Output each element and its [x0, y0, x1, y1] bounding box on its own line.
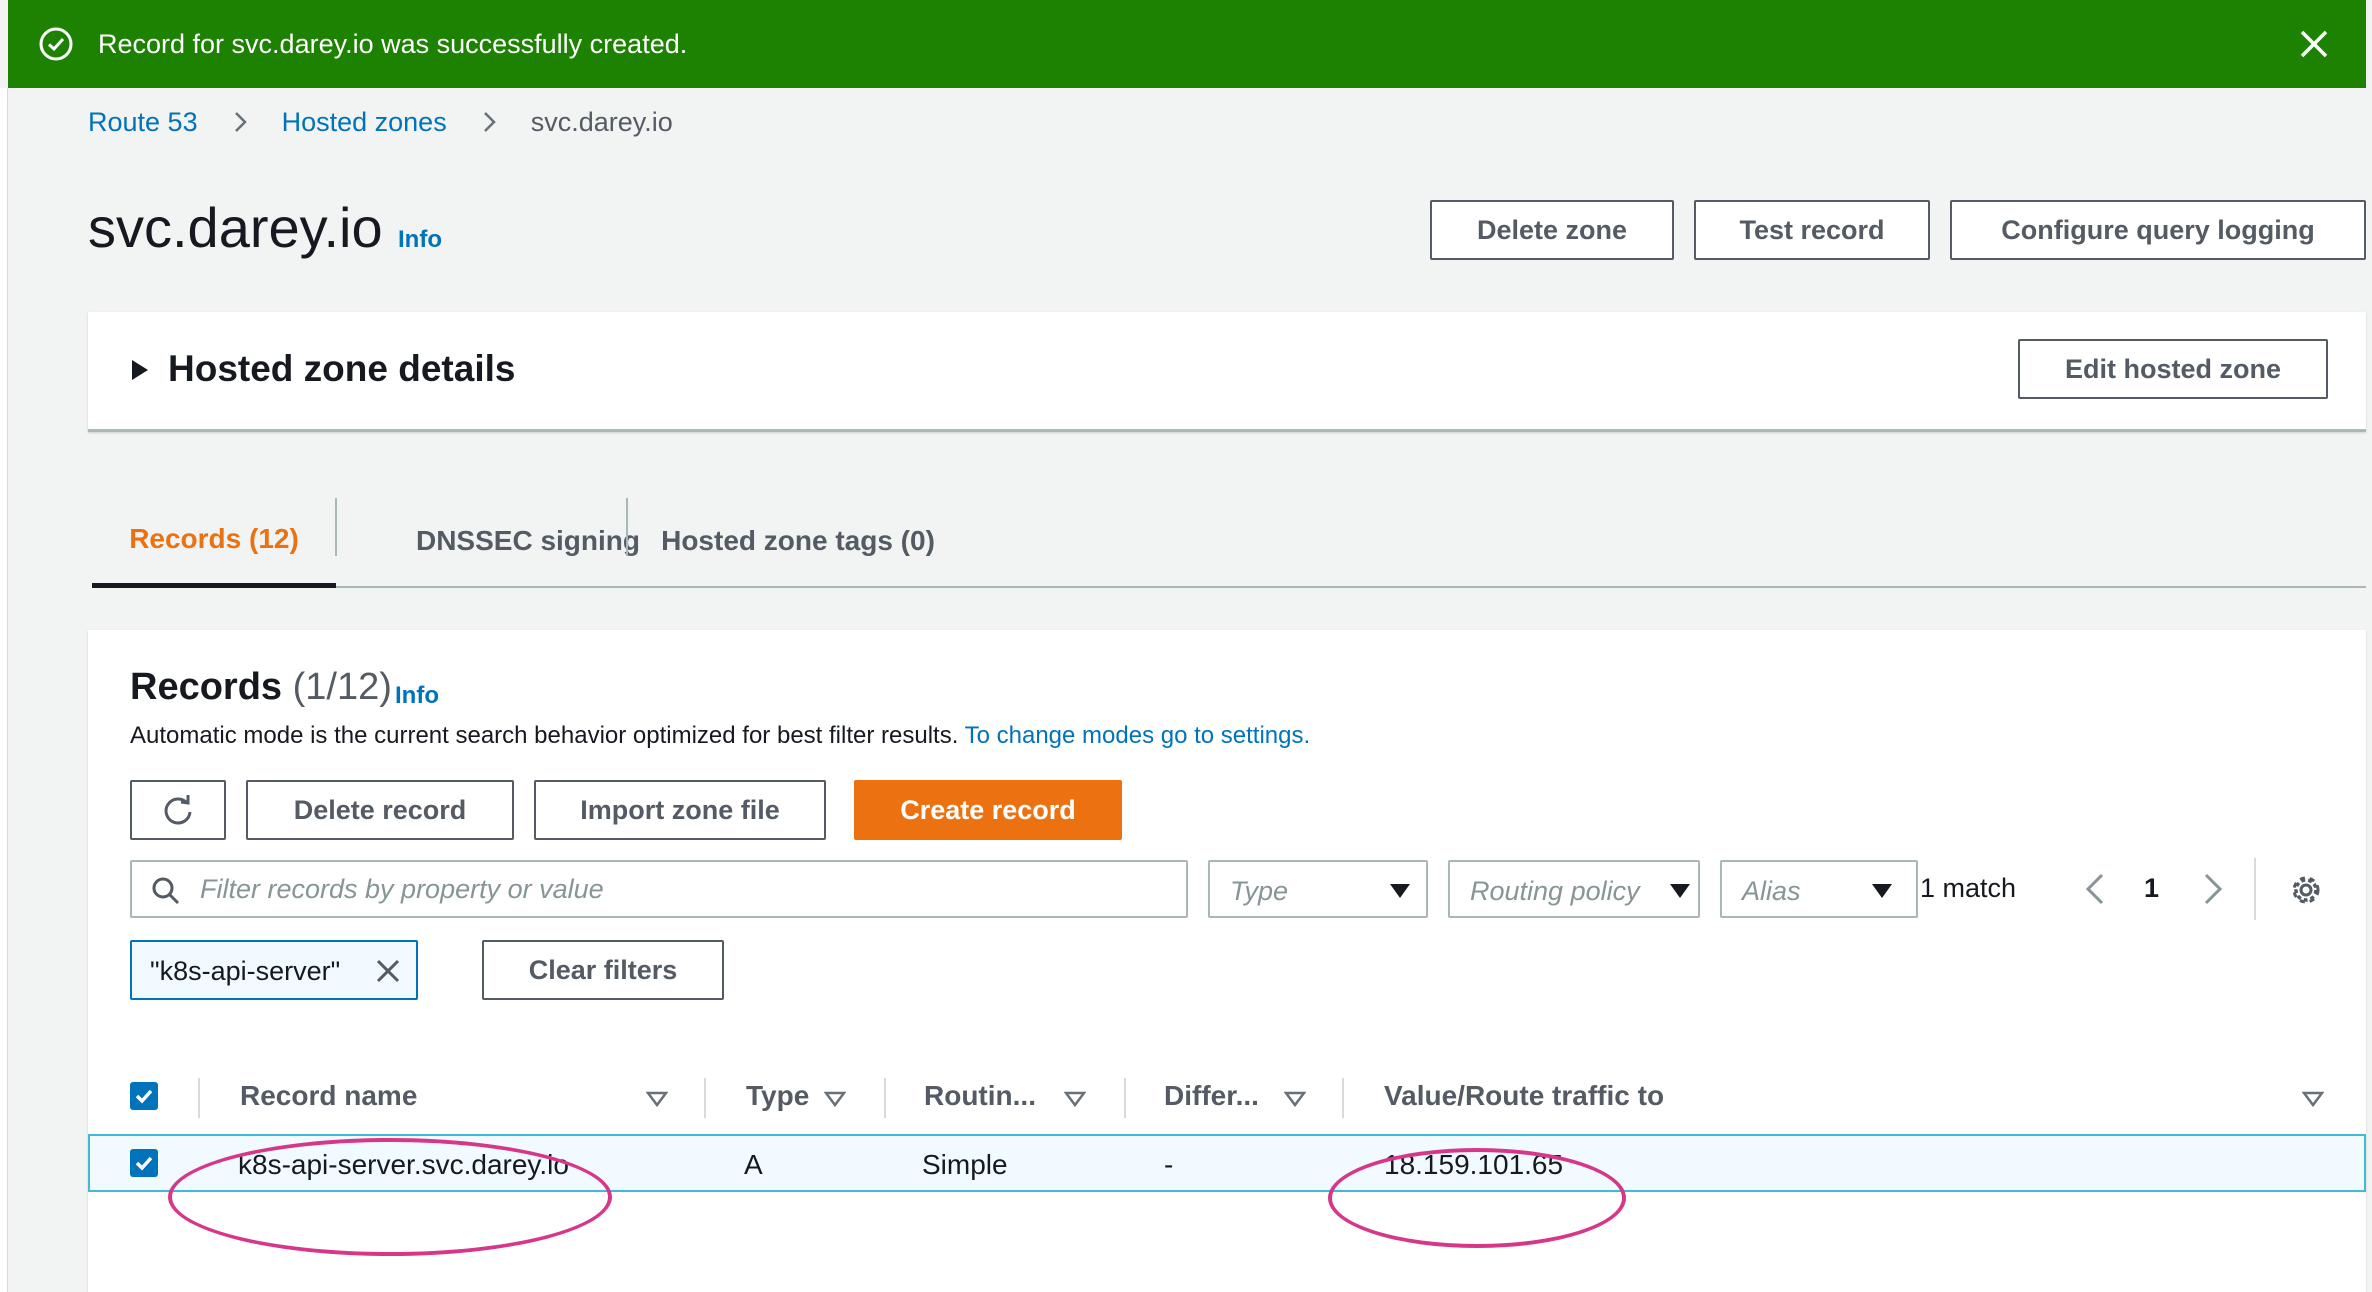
configure-query-logging-button[interactable]: Configure query logging: [1950, 200, 2366, 260]
checkmark-icon: [135, 1089, 153, 1104]
cell-differentiator: -: [1164, 1149, 1174, 1180]
change-mode-settings-link[interactable]: To change modes go to settings.: [965, 722, 1311, 749]
column-divider: [884, 1078, 886, 1118]
tab-divider: [335, 498, 337, 556]
sort-icon[interactable]: [2302, 1090, 2324, 1108]
alias-filter-placeholder: Alias: [1742, 876, 1801, 906]
filter-search-box: [130, 860, 1188, 918]
hosted-zone-details-panel: Hosted zone details Edit hosted zone: [88, 312, 2366, 432]
page-number[interactable]: 1: [2144, 873, 2159, 904]
refresh-icon: [164, 795, 192, 825]
routing-policy-filter-placeholder: Routing policy: [1470, 876, 1640, 906]
records-info-link[interactable]: Info: [395, 682, 439, 710]
column-header-routing[interactable]: Routin...: [924, 1080, 1036, 1112]
sort-icon[interactable]: [824, 1090, 846, 1108]
caret-right-icon[interactable]: [132, 360, 148, 380]
left-edge: [0, 88, 8, 1292]
match-count: 1 match: [1920, 873, 2017, 903]
column-header-type[interactable]: Type: [746, 1080, 809, 1112]
test-record-button[interactable]: Test record: [1694, 200, 1930, 260]
refresh-button[interactable]: [130, 780, 226, 840]
sort-icon[interactable]: [646, 1090, 668, 1108]
import-zone-file-button[interactable]: Import zone file: [534, 780, 826, 840]
title-info-link[interactable]: Info: [398, 226, 442, 254]
close-icon[interactable]: [2292, 22, 2336, 66]
column-divider: [1342, 1078, 1344, 1118]
cell-routing: Simple: [922, 1149, 1008, 1180]
cell-record-name: k8s-api-server.svc.darey.io: [238, 1149, 569, 1180]
tab-hosted-zone-tags[interactable]: Hosted zone tags (0): [628, 494, 968, 588]
breadcrumb: Route 53 Hosted zones svc.darey.io: [88, 102, 673, 142]
column-divider: [704, 1078, 706, 1118]
success-flashbar: Record for svc.darey.io was successfully…: [8, 0, 2366, 88]
select-all-checkbox[interactable]: [130, 1082, 158, 1110]
breadcrumb-route53[interactable]: Route 53: [88, 107, 198, 138]
type-filter-placeholder: Type: [1230, 876, 1289, 906]
chevron-right-icon: [234, 112, 247, 132]
breadcrumb-current: svc.darey.io: [530, 106, 673, 137]
checkmark-icon: [135, 1156, 153, 1171]
table-row[interactable]: k8s-api-server.svc.darey.io A Simple - 1…: [88, 1134, 2366, 1192]
type-filter-select[interactable]: Type: [1208, 860, 1428, 918]
chevron-left-icon[interactable]: [2080, 871, 2110, 907]
tab-bar: Records (12) DNSSEC signing Hosted zone …: [92, 494, 2366, 588]
flash-message: Record for svc.darey.io was successfully…: [98, 28, 688, 59]
row-select-checkbox[interactable]: [130, 1149, 158, 1177]
delete-record-button[interactable]: Delete record: [246, 780, 514, 840]
tab-records[interactable]: Records (12): [92, 494, 336, 588]
search-icon: [152, 877, 180, 905]
breadcrumb-hosted-zones[interactable]: Hosted zones: [282, 107, 447, 138]
create-record-button[interactable]: Create record: [854, 780, 1122, 840]
pagination-divider: [2254, 858, 2256, 920]
caret-down-icon: [1670, 884, 1690, 898]
records-panel: Records (1/12) Info Automatic mode is th…: [88, 630, 2366, 1292]
column-divider: [198, 1078, 200, 1118]
column-header-value[interactable]: Value/Route traffic to: [1384, 1080, 1664, 1112]
check-circle-icon: [39, 27, 73, 61]
page-title: svc.darey.io: [88, 196, 383, 259]
hosted-zone-details-heading[interactable]: Hosted zone details: [168, 348, 515, 390]
cell-value: 18.159.101.65: [1384, 1149, 1564, 1180]
chevron-right-icon: [483, 112, 496, 132]
search-mode-description: Automatic mode is the current search beh…: [130, 722, 1310, 750]
filter-token: "k8s-api-server": [130, 940, 418, 1000]
chevron-right-icon[interactable]: [2198, 871, 2228, 907]
records-heading-text: Records: [130, 666, 283, 708]
clear-filters-button[interactable]: Clear filters: [482, 940, 724, 1000]
routing-policy-filter-select[interactable]: Routing policy: [1448, 860, 1700, 918]
column-divider: [1124, 1078, 1126, 1118]
alias-filter-select[interactable]: Alias: [1720, 860, 1918, 918]
column-header-record-name[interactable]: Record name: [240, 1080, 417, 1112]
records-heading: Records (1/12): [130, 666, 392, 709]
delete-zone-button[interactable]: Delete zone: [1430, 200, 1674, 260]
caret-down-icon: [1872, 884, 1892, 898]
edit-hosted-zone-button[interactable]: Edit hosted zone: [2018, 339, 2328, 399]
cell-type: A: [744, 1149, 763, 1180]
sort-icon[interactable]: [1064, 1090, 1086, 1108]
close-icon[interactable]: [372, 955, 404, 987]
caret-down-icon: [1390, 884, 1410, 898]
records-count: (1/12): [292, 666, 392, 708]
sort-icon[interactable]: [1284, 1090, 1306, 1108]
column-header-differentiator[interactable]: Differ...: [1164, 1080, 1259, 1112]
gear-icon[interactable]: [2286, 870, 2326, 910]
table-header: Record name Type Routin... Differ... Val…: [88, 1070, 2366, 1128]
search-mode-text: Automatic mode is the current search beh…: [130, 722, 959, 749]
filter-records-input[interactable]: [198, 870, 1168, 908]
filter-token-text: "k8s-api-server": [150, 956, 341, 986]
